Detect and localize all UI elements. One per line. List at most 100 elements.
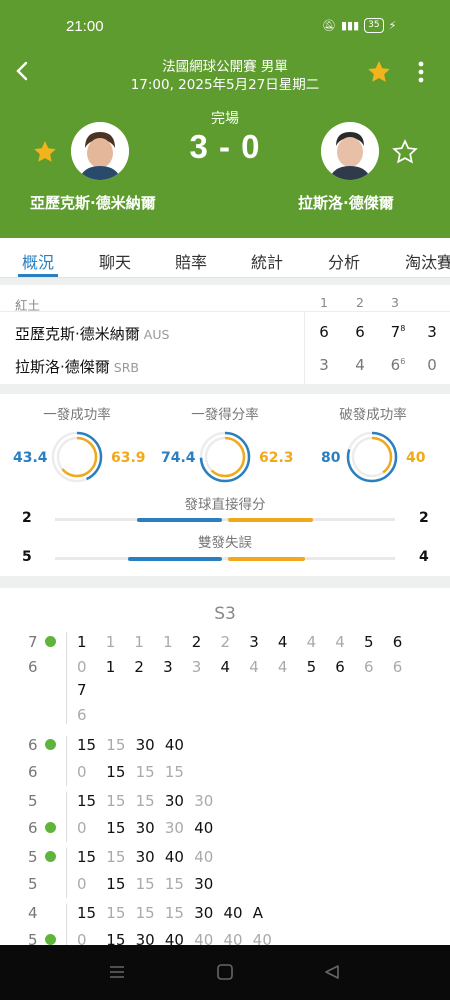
point-score: 2 [191,633,202,651]
point-score: 30 [194,904,214,922]
home-icon[interactable] [216,964,234,980]
tiebreak-point-extra-bottom: 6 [77,706,87,724]
point-score: 6 [335,658,345,676]
stat-p2-break-points: 40 [406,450,426,466]
mute-icon: 🔕︎ [322,19,336,32]
point-score: 1 [105,633,116,651]
stat-bar-track [55,557,395,560]
stat-bar-p1 [137,518,222,522]
point-score: 15 [106,736,126,754]
point-score: 30 [135,848,155,866]
player1-favorite-star-icon[interactable] [32,139,58,165]
game-row-top: 5 15 15 15 30 30 [0,792,450,818]
point-score: 30 [164,792,184,810]
point-score: 1 [163,633,173,651]
point-by-point: S3 7 111122344456 6 012334445666 7 6 6 15… [0,588,450,945]
point-score: 40 [252,931,272,945]
player2-name[interactable]: 拉斯洛·德傑爾 [298,192,394,213]
tab-chat[interactable]: 聊天 [99,249,131,273]
point-score: 6 [392,633,403,651]
point-score: 40 [164,931,184,945]
stat-ring [51,431,103,483]
p2-set1: 3 [319,356,329,374]
scoreboard-row: 亞歷克斯·德米納爾 AUS [15,323,169,344]
favorite-star-icon[interactable] [366,59,392,85]
stat-p2-first-serve-won: 62.3 [259,450,294,466]
serve-indicator-icon [45,934,56,945]
game-score: 7 [28,633,38,651]
set-header-1: 1 [320,295,328,310]
point-score: 5 [306,658,317,676]
set-header-3: 3 [391,295,399,310]
point-score: 4 [249,658,259,676]
p1-set3-tiebreak: 8 [400,324,406,333]
game-row-bottom: 6 0 15 15 15 [0,763,450,789]
point-score: 15 [135,904,155,922]
stat-p2-first-serve-in: 63.9 [111,450,146,466]
point-score: 30 [135,931,155,945]
p1-set2: 6 [355,323,365,341]
stat-label-double-faults: 雙發失誤 [198,535,252,551]
player1-avatar[interactable] [71,122,129,180]
tiebreak-row-top: 7 111122344456 [0,633,450,659]
point-score: A [252,904,264,922]
point-score: 15 [106,848,126,866]
scoreboard: 紅土 1 2 3 亞歷克斯·德米納爾 AUS 6 6 78 3 拉斯洛·德傑爾 SR… [0,285,450,384]
p2-set2: 4 [355,356,365,374]
player2-favorite-star-icon[interactable] [392,139,418,165]
tab-knockout[interactable]: 淘汰賽 [405,249,450,273]
game-row-top: 6 15 15 30 40 [0,736,450,762]
set-header-2: 2 [356,295,364,310]
point-score: 3 [191,658,202,676]
stat-bar-track [55,518,395,521]
point-score: 15 [106,819,126,837]
point-score: 15 [106,931,126,945]
game-score: 5 [28,875,38,893]
player1-name[interactable]: 亞歷克斯·德米納爾 [30,192,156,213]
point-score: 15 [135,763,155,781]
tab-bar: 概況 聊天 賠率 統計 分析 淘汰賽 [0,238,450,278]
tab-stats[interactable]: 統計 [251,249,283,273]
recent-apps-icon[interactable] [108,964,126,980]
stat-bar-p1 [128,557,222,561]
point-score: 4 [277,633,288,651]
game-score: 5 [28,792,38,810]
point-score: 1 [134,633,144,651]
charging-icon: ⚡︎ [388,19,397,32]
game-row-top: 5 15 15 30 40 40 [0,848,450,874]
point-score: 15 [77,736,97,754]
game-score: 4 [28,904,38,922]
tab-odds[interactable]: 賠率 [175,249,207,273]
point-score: 0 [77,763,87,781]
match-header: 21:00 🔕︎ ▮▮▮ 35 ⚡︎ 法國網球公開賽 男單 17:00, 202… [0,0,450,238]
point-score: 40 [194,931,214,945]
divider [0,311,450,312]
point-score: 40 [164,736,184,754]
point-score: 4 [220,658,231,676]
tab-analysis[interactable]: 分析 [328,249,360,273]
serve-indicator-icon [45,739,56,750]
game-row-bottom: 5 0 15 30 40 40 40 40 [0,931,450,945]
point-score: 30 [135,819,155,837]
serve-indicator-icon [45,636,56,647]
stat-p1-break-points: 80 [321,450,341,466]
point-score: 15 [135,792,155,810]
player2-avatar[interactable] [321,122,379,180]
stat-bar-p2 [228,557,305,561]
point-score: 30 [164,819,184,837]
point-score: 3 [163,658,173,676]
point-score: 4 [335,633,345,651]
point-score: 1 [77,633,87,651]
back-nav-icon[interactable] [323,964,341,980]
stat-ring [199,431,251,483]
stat-ring [346,431,398,483]
point-score: 40 [164,848,184,866]
more-options-icon[interactable] [414,60,428,84]
player1-country: AUS [143,327,170,342]
point-score: 40 [194,819,214,837]
tab-overview[interactable]: 概況 [22,249,54,273]
game-row-bottom: 6 0 15 30 30 40 [0,819,450,845]
active-tab-indicator [18,274,58,277]
back-icon[interactable] [12,60,34,82]
status-icons: 🔕︎ ▮▮▮ 35 ⚡︎ [322,18,396,33]
